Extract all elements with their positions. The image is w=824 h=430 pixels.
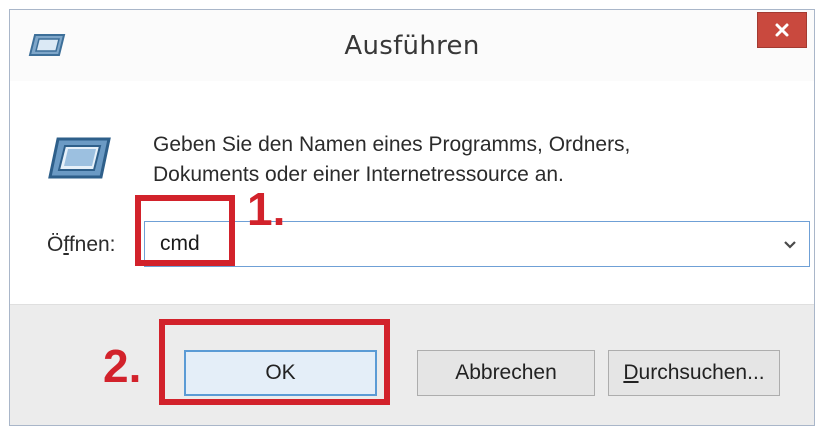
dropdown-button[interactable]	[779, 235, 801, 255]
step-2-label: 2.	[103, 340, 142, 392]
close-button[interactable]	[757, 12, 807, 48]
close-icon	[775, 23, 789, 37]
open-label: Öffnen:	[47, 233, 116, 257]
browse-button[interactable]: Durchsuchen...	[608, 350, 780, 396]
cancel-button[interactable]: Abbrechen	[417, 350, 595, 396]
title-bar: Ausführen	[10, 10, 814, 81]
run-icon	[48, 137, 111, 179]
command-input[interactable]	[160, 231, 720, 257]
open-label-prefix: Ö	[47, 233, 64, 256]
browse-label: urchsuchen...	[638, 361, 765, 384]
ok-highlight-box	[159, 319, 390, 405]
description-line: Dokuments oder einer Internetressource a…	[153, 163, 564, 186]
open-label-suffix: fnen:	[68, 233, 116, 256]
description-text: Geben Sie den Namen eines Programms, Ord…	[153, 130, 630, 190]
open-combobox[interactable]	[144, 221, 810, 267]
dropdown-arrow-icon	[784, 241, 796, 249]
browse-accel: D	[623, 361, 639, 384]
step-1-label: 1.	[247, 183, 286, 235]
window-title: Ausführen	[344, 31, 480, 61]
description-line: Geben Sie den Namen eines Programms, Ord…	[153, 133, 631, 156]
dialog-content: Geben Sie den Namen eines Programms, Ord…	[10, 81, 814, 304]
input-highlight-box	[135, 195, 235, 266]
